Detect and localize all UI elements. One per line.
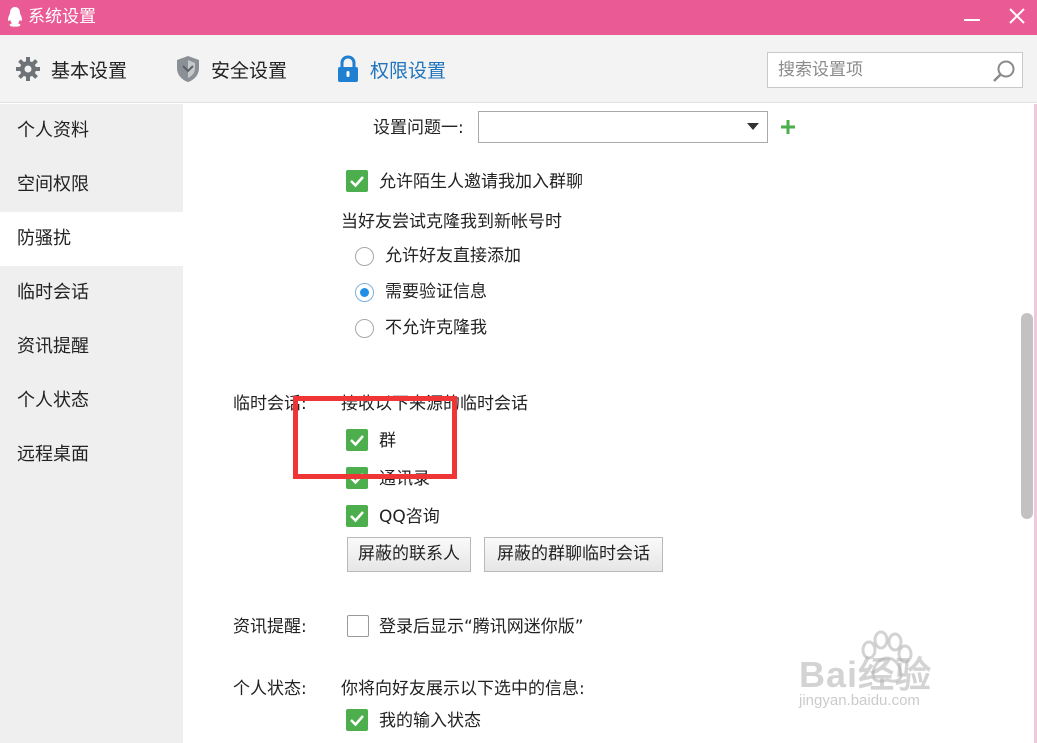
sidebar-item-label: 远程桌面: [17, 444, 89, 465]
search-icon[interactable]: [992, 59, 1016, 83]
sidebar-item-space-permission[interactable]: 空间权限: [0, 158, 183, 212]
sidebar-item-label: 资讯提醒: [17, 336, 89, 357]
temp-session-group-checkbox[interactable]: [346, 429, 368, 451]
question-select[interactable]: [478, 111, 768, 143]
sidebar-item-label: 个人资料: [17, 120, 89, 141]
temp-session-group-label: 群: [379, 431, 396, 451]
sidebar-item-news[interactable]: 资讯提醒: [0, 320, 183, 374]
sidebar-item-remote-desktop[interactable]: 远程桌面: [0, 428, 183, 482]
clone-allow-label: 允许好友直接添加: [385, 246, 521, 266]
watermark-text: Bai经验: [799, 654, 933, 695]
top-nav: 基本设置 安全设置 权限设置: [0, 35, 1037, 103]
watermark-url: jingyan.baidu.com: [799, 692, 920, 709]
scroll-thumb[interactable]: [1021, 313, 1033, 519]
clone-deny-radio[interactable]: [355, 319, 374, 338]
gear-icon: [16, 57, 40, 81]
window-title: 系统设置: [28, 7, 96, 27]
tab-permission-settings[interactable]: 权限设置: [336, 35, 446, 103]
sidebar-item-temp-session[interactable]: 临时会话: [0, 266, 183, 320]
temp-session-description: 接收以下来源的临时会话: [341, 394, 528, 414]
sidebar-item-anti-harassment[interactable]: 防骚扰: [0, 212, 183, 266]
qq-penguin-icon: [8, 7, 22, 27]
shield-icon: [177, 56, 199, 82]
check-icon: [350, 511, 364, 523]
check-icon: [350, 715, 364, 727]
news-show-mini-label: 登录后显示“腾讯网迷你版”: [379, 617, 584, 637]
sidebar-item-label: 防骚扰: [17, 228, 71, 249]
close-icon: [1009, 8, 1025, 24]
clone-verify-radio[interactable]: [355, 283, 374, 302]
check-icon: [350, 176, 364, 188]
clone-verify-label: 需要验证信息: [385, 282, 487, 302]
temp-session-section-label: 临时会话:: [233, 394, 307, 414]
search-box: [767, 52, 1023, 88]
status-typing-label: 我的输入状态: [379, 711, 481, 731]
status-typing-checkbox[interactable]: [346, 709, 368, 731]
status-description: 你将向好友展示以下选中的信息:: [341, 679, 585, 699]
minimize-button[interactable]: [958, 0, 992, 35]
allow-stranger-group-invite-label: 允许陌生人邀请我加入群聊: [379, 172, 583, 192]
chevron-down-icon: [747, 123, 759, 130]
temp-session-contacts-label: 通讯录: [379, 469, 430, 489]
tab-security-settings-label: 安全设置: [211, 59, 288, 82]
tab-security-settings[interactable]: 安全设置: [175, 35, 287, 103]
tab-basic-settings[interactable]: 基本设置: [15, 35, 127, 103]
check-icon: [350, 473, 364, 485]
paw-icon: [861, 630, 913, 683]
sidebar: 个人资料 空间权限 防骚扰 临时会话 资讯提醒 个人状态 远程桌面: [0, 104, 183, 743]
temp-session-qq-consult-checkbox[interactable]: [346, 505, 368, 527]
baidu-watermark: Bai经验 jingyan.baidu.com: [795, 630, 985, 720]
status-section-label: 个人状态:: [233, 679, 307, 699]
temp-session-qq-consult-label: QQ咨询: [379, 507, 440, 527]
news-section-label: 资讯提醒:: [233, 617, 307, 637]
blocked-contacts-button[interactable]: 屏蔽的联系人: [347, 537, 471, 572]
tab-permission-settings-label: 权限设置: [370, 59, 447, 82]
sidebar-item-label: 空间权限: [17, 174, 89, 195]
temp-session-contacts-checkbox[interactable]: [346, 467, 368, 489]
close-button[interactable]: [998, 0, 1036, 35]
blocked-group-sessions-button[interactable]: 屏蔽的群聊临时会话: [484, 537, 663, 572]
plus-icon[interactable]: [779, 118, 797, 136]
clone-deny-label: 不允许克隆我: [385, 318, 487, 338]
news-show-mini-checkbox[interactable]: [347, 615, 369, 637]
tab-basic-settings-label: 基本设置: [51, 59, 128, 82]
clone-allow-radio[interactable]: [355, 247, 374, 266]
search-input[interactable]: [778, 57, 983, 83]
clone-heading: 当好友尝试克隆我到新帐号时: [341, 212, 562, 232]
lock-icon: [338, 55, 358, 82]
sidebar-item-status[interactable]: 个人状态: [0, 374, 183, 428]
sidebar-item-label: 临时会话: [17, 282, 89, 303]
sidebar-item-label: 个人状态: [17, 390, 89, 411]
allow-stranger-group-invite-checkbox[interactable]: [346, 170, 368, 192]
sidebar-item-profile[interactable]: 个人资料: [0, 104, 183, 158]
question-label: 设置问题一:: [373, 118, 464, 138]
check-icon: [350, 435, 364, 447]
title-bar: 系统设置: [0, 0, 1037, 35]
